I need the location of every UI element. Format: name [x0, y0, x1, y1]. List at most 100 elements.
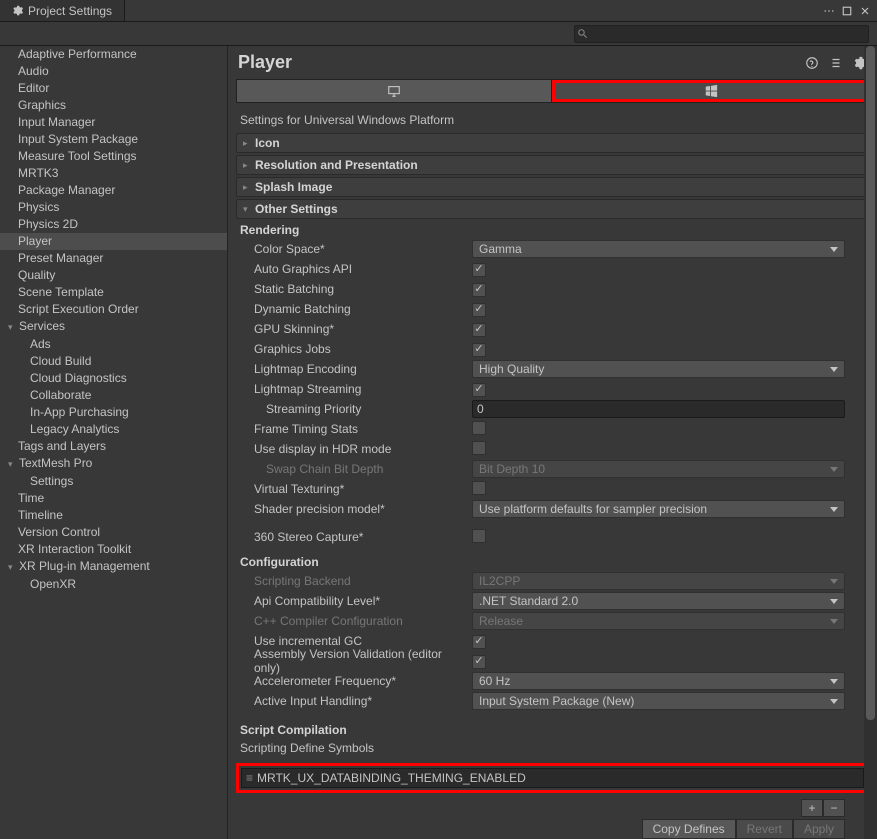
checkbox-lightmap-streaming[interactable] [472, 383, 486, 397]
close-icon[interactable] [859, 5, 871, 17]
window-title: Project Settings [28, 4, 112, 18]
scripting-define-symbols-box: ≡ MRTK_UX_DATABINDING_THEMING_ENABLED [236, 763, 869, 793]
label-graphics-jobs: Graphics Jobs [236, 342, 468, 356]
label-lightmap-streaming: Lightmap Streaming [236, 382, 468, 396]
sidebar-item-version-control[interactable]: Version Control [0, 524, 227, 541]
sidebar-item-script-execution-order[interactable]: Script Execution Order [0, 301, 227, 318]
checkbox-hdr-mode[interactable] [472, 441, 486, 455]
sidebar-item-cloud-diagnostics[interactable]: Cloud Diagnostics [0, 370, 227, 387]
sidebar-item-openxr[interactable]: OpenXR [0, 576, 227, 593]
sidebar-item-audio[interactable]: Audio [0, 63, 227, 80]
label-assembly-validation: Assembly Version Validation (editor only… [236, 647, 468, 675]
checkbox-graphics-jobs[interactable] [472, 343, 486, 357]
label-lightmap-encoding: Lightmap Encoding [236, 362, 468, 376]
sidebar-item-collaborate[interactable]: Collaborate [0, 387, 227, 404]
label-streaming-priority: Streaming Priority [236, 402, 468, 416]
label-dynamic-batching: Dynamic Batching [236, 302, 468, 316]
sidebar-item-legacy-analytics[interactable]: Legacy Analytics [0, 421, 227, 438]
sidebar-item-graphics[interactable]: Graphics [0, 97, 227, 114]
sidebar-item-quality[interactable]: Quality [0, 267, 227, 284]
drag-handle-icon[interactable]: ≡ [246, 771, 251, 785]
checkbox-360-stereo[interactable] [472, 529, 486, 543]
preset-icon[interactable] [829, 56, 843, 70]
label-hdr-mode: Use display in HDR mode [236, 442, 468, 456]
monitor-icon [387, 84, 401, 98]
sidebar-item-ads[interactable]: Ads [0, 336, 227, 353]
sidebar-item-scene-template[interactable]: Scene Template [0, 284, 227, 301]
sidebar-item-tags-and-layers[interactable]: Tags and Layers [0, 438, 227, 455]
dropdown-accelerometer[interactable]: 60 Hz [472, 672, 845, 690]
sidebar-item-measure-tool-settings[interactable]: Measure Tool Settings [0, 148, 227, 165]
checkbox-auto-graphics[interactable] [472, 263, 486, 277]
label-scripting-backend: Scripting Backend [236, 574, 468, 588]
titlebar: Project Settings [0, 0, 877, 22]
checkbox-incremental-gc[interactable] [472, 635, 486, 649]
dropdown-color-space[interactable]: Gamma [472, 240, 845, 258]
copy-defines-button[interactable]: Copy Defines [642, 819, 736, 839]
label-auto-graphics: Auto Graphics API [236, 262, 468, 276]
sidebar-item-preset-manager[interactable]: Preset Manager [0, 250, 227, 267]
checkbox-assembly-validation[interactable] [472, 655, 486, 669]
add-symbol-button[interactable]: + [801, 799, 823, 817]
sidebar-item-input-manager[interactable]: Input Manager [0, 114, 227, 131]
foldout-icon[interactable]: Icon [236, 133, 869, 153]
input-streaming-priority[interactable] [472, 400, 845, 418]
sidebar-item-textmesh-pro[interactable]: TextMesh Pro [0, 455, 227, 473]
sidebar-item-physics[interactable]: Physics [0, 199, 227, 216]
revert-button[interactable]: Revert [736, 819, 793, 839]
tab-uwp[interactable] [552, 80, 869, 102]
foldout-other[interactable]: Other Settings [236, 199, 869, 219]
sidebar-item-player[interactable]: Player [0, 233, 227, 250]
sidebar-item-input-system-package[interactable]: Input System Package [0, 131, 227, 148]
label-shader-precision: Shader precision model* [236, 502, 468, 516]
page-title: Player [238, 52, 805, 73]
sidebar-item-editor[interactable]: Editor [0, 80, 227, 97]
foldout-splash[interactable]: Splash Image [236, 177, 869, 197]
sidebar-item-xr-interaction-toolkit[interactable]: XR Interaction Toolkit [0, 541, 227, 558]
remove-symbol-button[interactable]: − [823, 799, 845, 817]
scrollbar[interactable] [864, 46, 877, 839]
sidebar-item-xr-plug-in-management[interactable]: XR Plug-in Management [0, 558, 227, 576]
dropdown-cpp-compiler: Release [472, 612, 845, 630]
checkbox-frame-timing[interactable] [472, 421, 486, 435]
define-symbol-row[interactable]: ≡ MRTK_UX_DATABINDING_THEMING_ENABLED [241, 768, 864, 788]
rendering-heading: Rendering [236, 221, 869, 239]
label-gpu-skinning: GPU Skinning* [236, 322, 468, 336]
sidebar-item-settings[interactable]: Settings [0, 473, 227, 490]
foldout-resolution[interactable]: Resolution and Presentation [236, 155, 869, 175]
platform-tabs [236, 79, 869, 103]
checkbox-static-batching[interactable] [472, 283, 486, 297]
sidebar-item-cloud-build[interactable]: Cloud Build [0, 353, 227, 370]
label-360-stereo: 360 Stereo Capture* [236, 530, 468, 544]
label-virtual-texturing: Virtual Texturing* [236, 482, 468, 496]
dropdown-active-input[interactable]: Input System Package (New) [472, 692, 845, 710]
dropdown-scripting-backend: IL2CPP [472, 572, 845, 590]
sidebar-item-services[interactable]: Services [0, 318, 227, 336]
sidebar-item-mrtk3[interactable]: MRTK3 [0, 165, 227, 182]
dropdown-swap-chain: Bit Depth 10 [472, 460, 845, 478]
label-incremental-gc: Use incremental GC [236, 634, 468, 648]
window-tab[interactable]: Project Settings [0, 0, 125, 21]
tab-standalone[interactable] [237, 80, 552, 102]
dropdown-shader-precision[interactable]: Use platform defaults for sampler precis… [472, 500, 845, 518]
sidebar-item-time[interactable]: Time [0, 490, 227, 507]
dropdown-api-compat[interactable]: .NET Standard 2.0 [472, 592, 845, 610]
help-icon[interactable] [805, 56, 819, 70]
label-color-space: Color Space* [236, 242, 468, 256]
checkbox-gpu-skinning[interactable] [472, 323, 486, 337]
checkbox-virtual-texturing[interactable] [472, 481, 486, 495]
label-static-batching: Static Batching [236, 282, 468, 296]
maximize-icon[interactable] [841, 5, 853, 17]
dock-menu-icon[interactable] [823, 5, 835, 17]
checkbox-dynamic-batching[interactable] [472, 303, 486, 317]
dropdown-lightmap-encoding[interactable]: High Quality [472, 360, 845, 378]
sidebar-item-timeline[interactable]: Timeline [0, 507, 227, 524]
sidebar-item-physics-2d[interactable]: Physics 2D [0, 216, 227, 233]
sidebar-item-package-manager[interactable]: Package Manager [0, 182, 227, 199]
sidebar[interactable]: Adaptive PerformanceAudioEditorGraphicsI… [0, 46, 228, 839]
sidebar-item-adaptive-performance[interactable]: Adaptive Performance [0, 46, 227, 63]
sidebar-item-in-app-purchasing[interactable]: In-App Purchasing [0, 404, 227, 421]
label-swap-chain: Swap Chain Bit Depth [236, 462, 468, 476]
apply-button[interactable]: Apply [793, 819, 845, 839]
search-input[interactable] [574, 25, 869, 43]
